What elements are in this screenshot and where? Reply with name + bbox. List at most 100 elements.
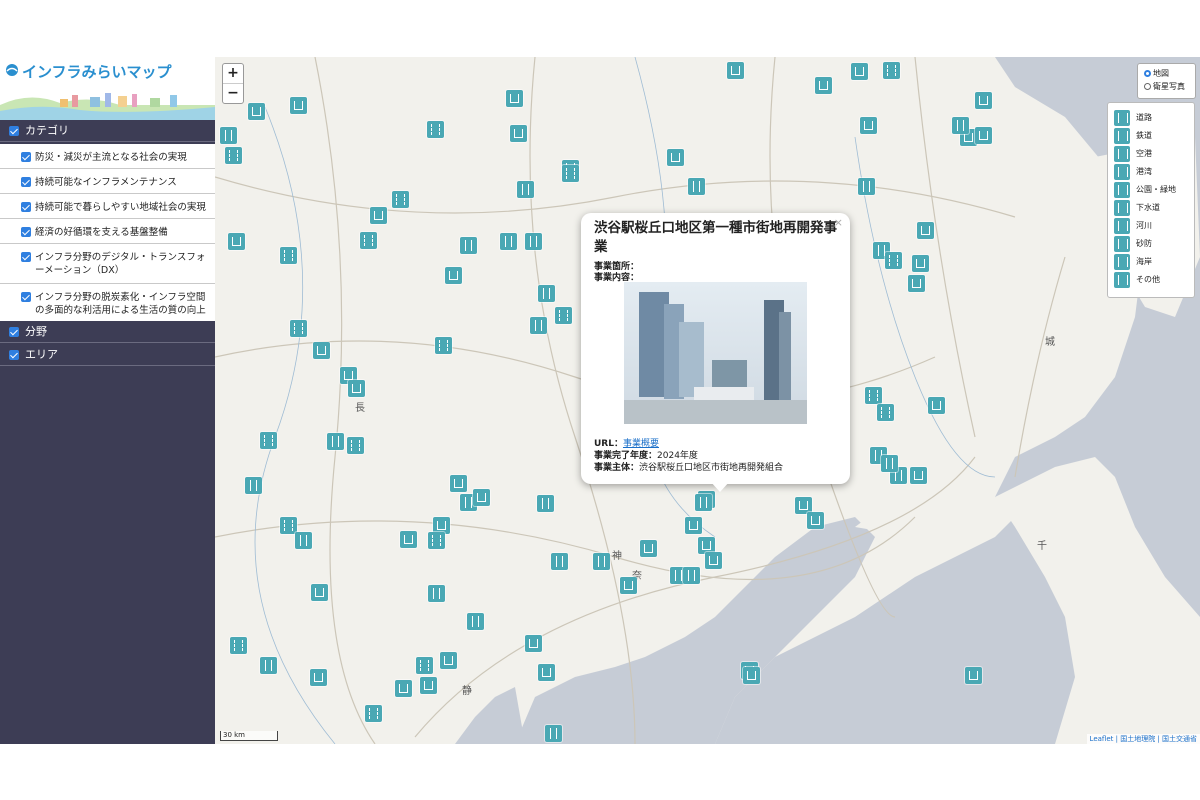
map-marker-road[interactable] [500, 233, 517, 250]
legend-item-other[interactable]: その他 [1114, 271, 1192, 290]
layer-option-map[interactable]: 地図 [1144, 68, 1169, 80]
map-marker-river[interactable] [225, 147, 242, 164]
legend-item-coast[interactable]: 海岸 [1114, 253, 1192, 272]
map-marker-construction[interactable] [525, 635, 542, 652]
map-marker-river[interactable] [416, 657, 433, 674]
map-marker-river[interactable] [427, 121, 444, 138]
category-item-dx[interactable]: インフラ分野のデジタル・トランスフォーメーション（DX） [0, 244, 215, 284]
checkbox[interactable] [21, 227, 31, 237]
map-marker-road[interactable] [593, 553, 610, 570]
layer-option-satellite[interactable]: 衛星写真 [1144, 81, 1185, 93]
map-marker-construction[interactable] [510, 125, 527, 142]
map-marker-river[interactable] [360, 232, 377, 249]
legend-item-sewer[interactable]: 下水道 [1114, 199, 1192, 218]
category-item-disaster[interactable]: 防災・減災が主流となる社会の実現 [0, 144, 215, 169]
checkbox[interactable] [21, 292, 31, 302]
map-marker-road[interactable] [952, 117, 969, 134]
category-header[interactable]: カテゴリ [0, 120, 215, 142]
map-marker-sewer[interactable] [228, 233, 245, 250]
map-marker-road[interactable] [695, 494, 712, 511]
map-marker-road[interactable] [688, 178, 705, 195]
map-marker-road[interactable] [881, 455, 898, 472]
map-marker-park[interactable] [908, 275, 925, 292]
map-marker-road[interactable] [260, 657, 277, 674]
field-header[interactable]: 分野 [0, 321, 215, 343]
map-marker-road[interactable] [538, 285, 555, 302]
zoom-in-button[interactable]: + [223, 64, 243, 84]
map-marker-road[interactable] [858, 178, 875, 195]
map-marker-river[interactable] [883, 62, 900, 79]
legend-item-rail[interactable]: 鉄道 [1114, 127, 1192, 146]
map-marker-construction[interactable] [685, 517, 702, 534]
map-marker-construction[interactable] [370, 207, 387, 224]
map-marker-sewer[interactable] [860, 117, 877, 134]
map-marker-river[interactable] [290, 320, 307, 337]
map-marker-construction[interactable] [727, 62, 744, 79]
map-marker-road[interactable] [290, 97, 307, 114]
map-marker-road[interactable] [537, 495, 554, 512]
map-marker-river[interactable] [435, 337, 452, 354]
map-marker-road[interactable] [245, 477, 262, 494]
map-marker-sewer[interactable] [815, 77, 832, 94]
map-marker-park[interactable] [313, 342, 330, 359]
map-marker-sewer[interactable] [395, 680, 412, 697]
map-marker-construction[interactable] [705, 552, 722, 569]
map-marker-river[interactable] [230, 637, 247, 654]
area-header[interactable]: エリア [0, 344, 215, 366]
map-marker-sewer[interactable] [311, 584, 328, 601]
map-marker-road[interactable] [327, 433, 344, 450]
area-checkbox[interactable] [9, 350, 19, 360]
map-attribution[interactable]: Leaflet | 国土地理院 | 国土交通省 [1086, 734, 1200, 744]
map-marker-river[interactable] [885, 252, 902, 269]
radio-selected[interactable] [1144, 70, 1151, 77]
legend-item-park[interactable]: 公園・緑地 [1114, 181, 1192, 200]
category-item-community[interactable]: 持続可能で暮らしやすい地域社会の実現 [0, 194, 215, 219]
map-marker-sewer[interactable] [400, 531, 417, 548]
map-marker-road[interactable] [525, 233, 542, 250]
map-marker-construction[interactable] [910, 467, 927, 484]
map-marker-construction[interactable] [975, 127, 992, 144]
map-marker-park[interactable] [620, 577, 637, 594]
map-marker-river[interactable] [865, 387, 882, 404]
map-marker-construction[interactable] [912, 255, 929, 272]
map-marker-construction[interactable] [807, 512, 824, 529]
checkbox[interactable] [21, 202, 31, 212]
map-marker-sewer[interactable] [310, 669, 327, 686]
map-marker-construction[interactable] [743, 667, 760, 684]
map-marker-sewer[interactable] [445, 267, 462, 284]
radio-unselected[interactable] [1144, 83, 1151, 90]
map-canvas[interactable]: 長 静 神 奈 千 城 山 [215, 57, 1200, 744]
zoom-out-button[interactable]: − [223, 84, 243, 103]
map-marker-road[interactable] [545, 725, 562, 742]
map-marker-river[interactable] [280, 247, 297, 264]
map-marker-construction[interactable] [440, 652, 457, 669]
legend-item-port[interactable]: 港湾 [1114, 163, 1192, 182]
map-marker-river[interactable] [392, 191, 409, 208]
map-marker-river[interactable] [347, 437, 364, 454]
map-marker-road[interactable] [683, 567, 700, 584]
map-marker-sewer[interactable] [538, 664, 555, 681]
legend-item-sabo[interactable]: 砂防 [1114, 235, 1192, 254]
category-checkbox[interactable] [9, 126, 19, 136]
map-marker-sewer[interactable] [348, 380, 365, 397]
legend-item-road[interactable]: 道路 [1114, 109, 1192, 128]
map-marker-river[interactable] [280, 517, 297, 534]
map-marker-river[interactable] [260, 432, 277, 449]
map-marker-park[interactable] [420, 677, 437, 694]
map-marker-road[interactable] [517, 181, 534, 198]
map-marker-road[interactable] [460, 237, 477, 254]
category-item-economy[interactable]: 経済の好循環を支える基盤整備 [0, 219, 215, 244]
map-marker-river[interactable] [562, 165, 579, 182]
map-marker-sewer[interactable] [248, 103, 265, 120]
category-item-maintenance[interactable]: 持続可能なインフラメンテナンス [0, 169, 215, 194]
map-marker-road[interactable] [551, 553, 568, 570]
legend-item-river[interactable]: 河川 [1114, 217, 1192, 236]
map-marker-river[interactable] [555, 307, 572, 324]
map-marker-river[interactable] [428, 532, 445, 549]
map-marker-river[interactable] [365, 705, 382, 722]
map-marker-sewer[interactable] [917, 222, 934, 239]
map-marker-rail[interactable] [640, 540, 657, 557]
map-marker-construction[interactable] [851, 63, 868, 80]
map-marker-construction[interactable] [965, 667, 982, 684]
map-marker-road[interactable] [428, 585, 445, 602]
